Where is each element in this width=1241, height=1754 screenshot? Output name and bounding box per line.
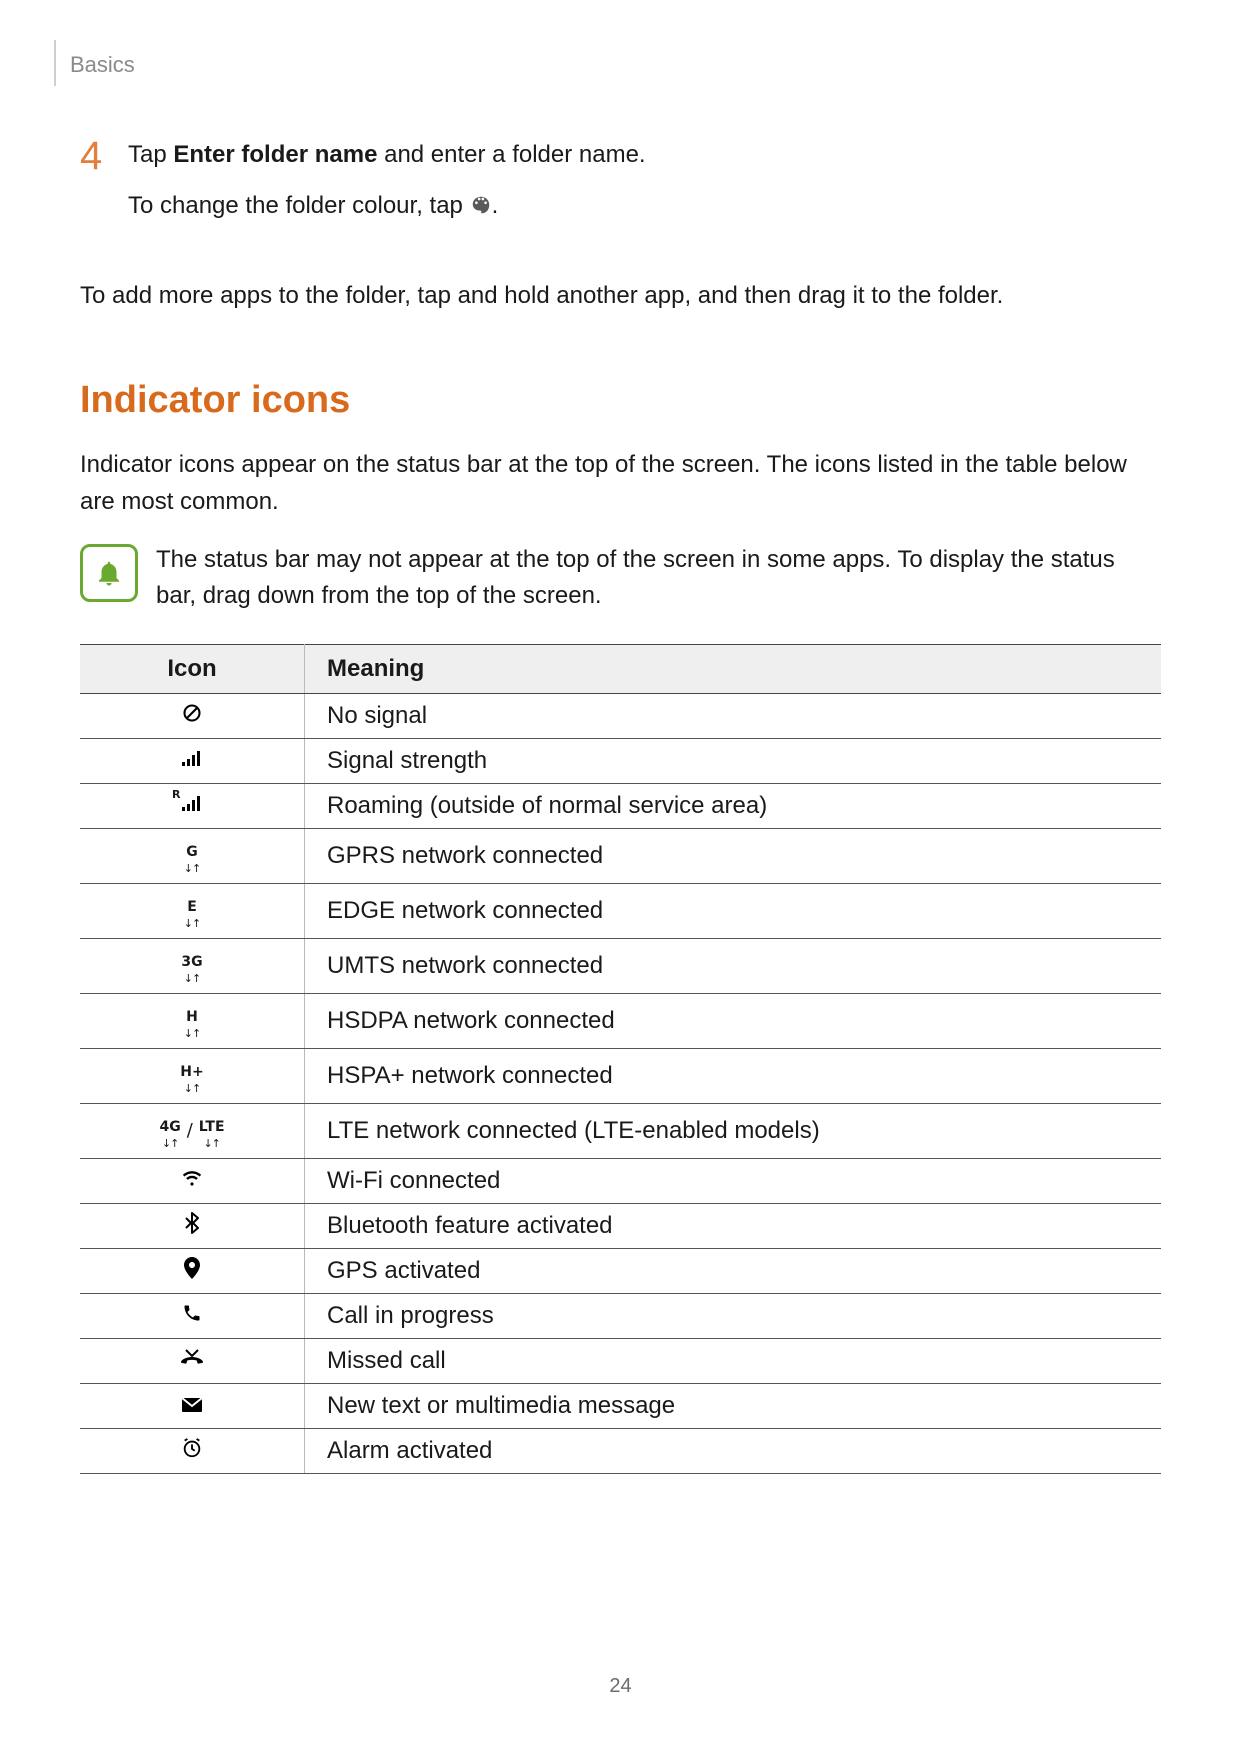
step-bold: Enter folder name (173, 141, 377, 168)
roaming-icon: R (80, 783, 305, 828)
page-number: 24 (0, 1675, 1241, 1698)
page: Basics 4 Tap Enter folder name and enter… (0, 0, 1241, 1754)
table-meaning: HSPA+ network connected (305, 1048, 1162, 1103)
table-row: Signal strength (80, 738, 1161, 783)
table-row: E↓↑ EDGE network connected (80, 883, 1161, 938)
section-intro: Indicator icons appear on the status bar… (80, 446, 1161, 520)
section-title: Indicator icons (80, 379, 1161, 422)
table-row: New text or multimedia message (80, 1383, 1161, 1428)
edge-icon: E↓↑ (80, 883, 305, 938)
table-row: H+↓↑ HSPA+ network connected (80, 1048, 1161, 1103)
icon-label: H (186, 1010, 198, 1024)
table-meaning: No signal (305, 693, 1162, 738)
table-row: H↓↑ HSDPA network connected (80, 993, 1161, 1048)
paragraph-folder: To add more apps to the folder, tap and … (80, 277, 1161, 314)
table-meaning: Alarm activated (305, 1428, 1162, 1473)
step-row: 4 Tap Enter folder name and enter a fold… (80, 136, 1161, 227)
step-text: To change the folder colour, tap (128, 192, 470, 219)
table-meaning: New text or multimedia message (305, 1383, 1162, 1428)
table-meaning: Signal strength (305, 738, 1162, 783)
step-text: Tap (128, 141, 173, 168)
table-header-row: Icon Meaning (80, 644, 1161, 693)
table-row: R Roaming (outside of normal service are… (80, 783, 1161, 828)
icon-table: Icon Meaning No signal Signal strength (80, 644, 1161, 1474)
table-meaning: HSDPA network connected (305, 993, 1162, 1048)
note-icon (80, 544, 138, 602)
table-header-icon: Icon (80, 644, 305, 693)
breadcrumb-rule (54, 40, 56, 86)
table-meaning: Wi-Fi connected (305, 1158, 1162, 1203)
icon-label: H+ (180, 1065, 203, 1079)
step-body: Tap Enter folder name and enter a folder… (128, 136, 646, 227)
palette-icon (470, 190, 492, 227)
table-meaning: Bluetooth feature activated (305, 1203, 1162, 1248)
hspa-plus-icon: H+↓↑ (80, 1048, 305, 1103)
icon-label: LTE (199, 1120, 225, 1134)
wifi-icon (80, 1158, 305, 1203)
table-row: Bluetooth feature activated (80, 1203, 1161, 1248)
note-text: The status bar may not appear at the top… (156, 542, 1161, 614)
icon-label: E (187, 900, 197, 914)
table-meaning: LTE network connected (LTE-enabled model… (305, 1103, 1162, 1158)
step-text: and enter a folder name. (377, 141, 645, 168)
step-number: 4 (80, 136, 128, 176)
table-row: GPS activated (80, 1248, 1161, 1293)
note-row: The status bar may not appear at the top… (80, 542, 1161, 614)
umts-icon: 3G↓↑ (80, 938, 305, 993)
icon-label: 3G (181, 955, 202, 969)
table-meaning: Missed call (305, 1338, 1162, 1383)
table-row: Call in progress (80, 1293, 1161, 1338)
table-meaning: UMTS network connected (305, 938, 1162, 993)
table-row: 3G↓↑ UMTS network connected (80, 938, 1161, 993)
hsdpa-icon: H↓↑ (80, 993, 305, 1048)
gps-icon (80, 1248, 305, 1293)
table-meaning: GPS activated (305, 1248, 1162, 1293)
table-row: Wi-Fi connected (80, 1158, 1161, 1203)
breadcrumb: Basics (70, 52, 1161, 78)
table-meaning: Call in progress (305, 1293, 1162, 1338)
step-line-1: Tap Enter folder name and enter a folder… (128, 136, 646, 173)
icon-label: G (186, 845, 198, 859)
table-row: 4G↓↑ / LTE↓↑ LTE network connected (LTE-… (80, 1103, 1161, 1158)
call-icon (80, 1293, 305, 1338)
message-icon (80, 1383, 305, 1428)
signal-icon (80, 738, 305, 783)
table-row: No signal (80, 693, 1161, 738)
alarm-icon (80, 1428, 305, 1473)
table-row: Alarm activated (80, 1428, 1161, 1473)
missed-call-icon (80, 1338, 305, 1383)
table-meaning: GPRS network connected (305, 828, 1162, 883)
bluetooth-icon (80, 1203, 305, 1248)
table-meaning: Roaming (outside of normal service area) (305, 783, 1162, 828)
table-row: Missed call (80, 1338, 1161, 1383)
icon-label: 4G (159, 1120, 180, 1134)
table-meaning: EDGE network connected (305, 883, 1162, 938)
no-signal-icon (80, 693, 305, 738)
step-line-2: To change the folder colour, tap . (128, 187, 646, 227)
lte-icon: 4G↓↑ / LTE↓↑ (80, 1103, 305, 1158)
step-text: . (492, 192, 499, 219)
table-header-meaning: Meaning (305, 644, 1162, 693)
table-row: G↓↑ GPRS network connected (80, 828, 1161, 883)
gprs-icon: G↓↑ (80, 828, 305, 883)
